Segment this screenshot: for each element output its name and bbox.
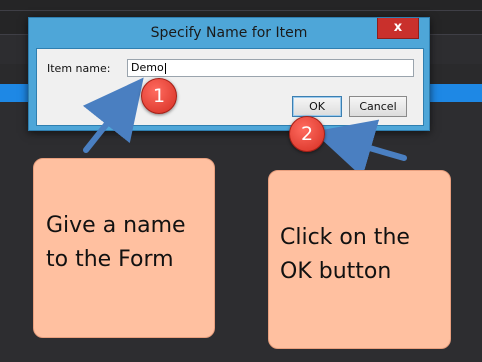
step-1-note: Give a name to the Form — [33, 158, 215, 338]
step-1-badge: 1 — [141, 78, 177, 114]
step-2-note: Click on the OK button — [268, 170, 451, 349]
step-2-badge: 2 — [289, 116, 325, 152]
step-1-note-text: Give a name to the Form — [46, 213, 186, 272]
arrow-to-item-name — [82, 77, 144, 153]
arrow-to-ok-button — [313, 119, 407, 178]
step-2-note-text: Click on the OK button — [280, 225, 410, 284]
